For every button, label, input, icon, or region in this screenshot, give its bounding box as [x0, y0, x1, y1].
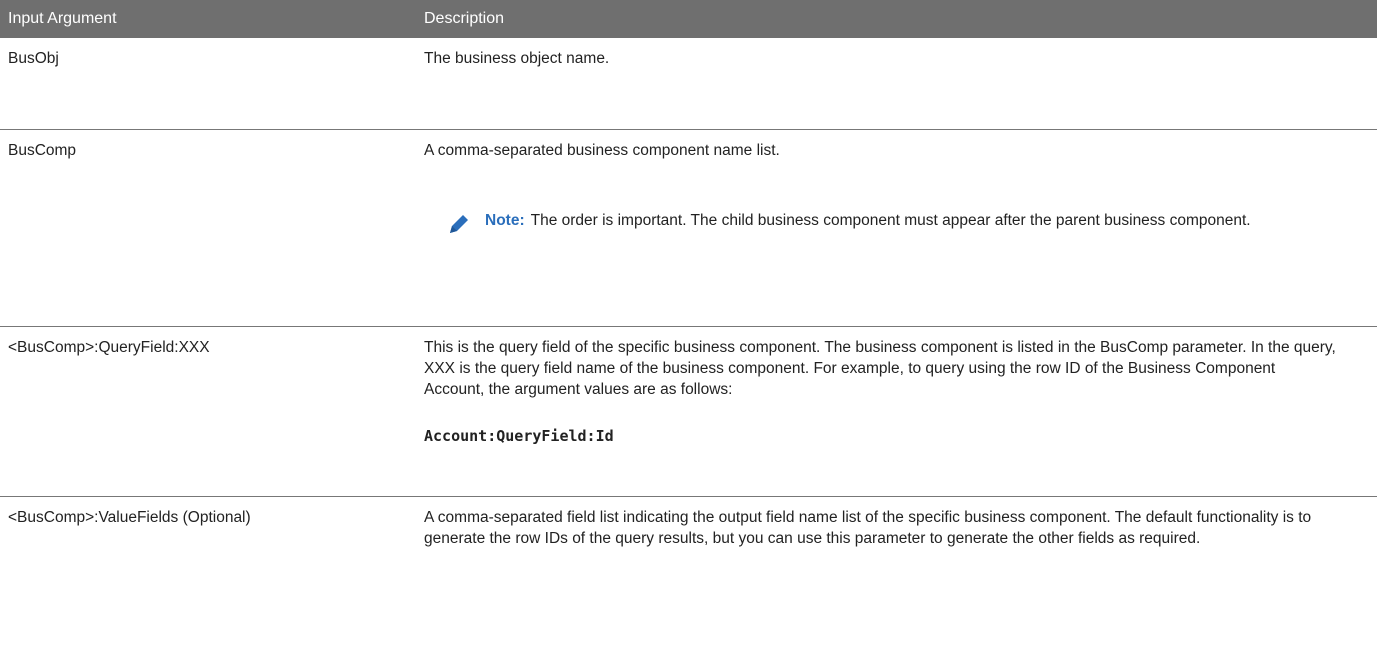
argument-cell: BusObj	[8, 50, 59, 67]
argument-cell: <BusComp>:ValueFields (Optional)	[8, 509, 251, 526]
description-cell: The business object name.	[424, 50, 610, 67]
arguments-table: Input Argument Description BusObj The bu…	[0, 0, 1377, 647]
description-text: This is the query field of the specific …	[424, 339, 1336, 398]
table-row: BusObj The business object name.	[0, 38, 1377, 130]
note-text: The order is important. The child busine…	[530, 212, 1251, 229]
note-label: Note:	[485, 212, 525, 229]
table-row: <BusComp>:QueryField:XXX This is the que…	[0, 327, 1377, 497]
argument-cell: <BusComp>:QueryField:XXX	[8, 339, 210, 356]
pencil-icon	[447, 212, 471, 236]
description-cell: This is the query field of the specific …	[414, 327, 1377, 496]
table-row: BusComp A comma-separated business compo…	[0, 130, 1377, 327]
header-description: Description	[424, 10, 505, 27]
description-text: A comma-separated business component nam…	[424, 142, 780, 159]
header-input-argument: Input Argument	[8, 10, 117, 27]
note-callout: Note: The order is important. The child b…	[447, 210, 1337, 236]
table-header: Input Argument Description	[0, 0, 1377, 38]
description-cell: A comma-separated business component nam…	[414, 130, 1377, 326]
code-example: Account:QueryField:Id	[424, 427, 614, 445]
description-cell: A comma-separated field list indicating …	[424, 509, 1312, 547]
table-row: <BusComp>:ValueFields (Optional) A comma…	[0, 497, 1377, 647]
note-text-block: Note: The order is important. The child b…	[485, 210, 1305, 236]
argument-cell: BusComp	[8, 142, 77, 159]
